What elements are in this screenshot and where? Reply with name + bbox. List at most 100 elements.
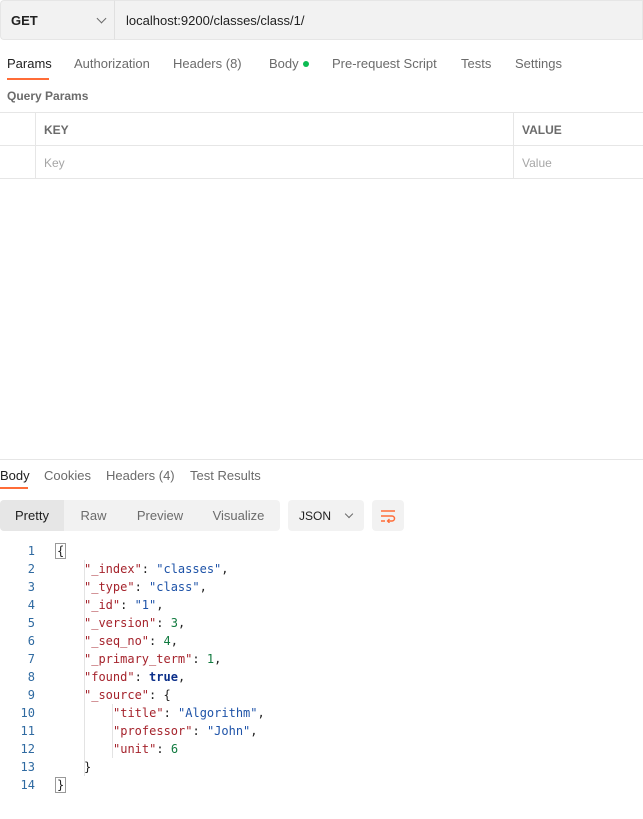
json-value: "classes" [156,562,222,576]
json-key: "_source" [84,688,150,702]
query-params-table: KEY VALUE Key Value [0,112,643,179]
response-tab-headers[interactable]: Headers (4) [106,468,175,483]
line-text: "_type": "class", [84,578,207,596]
json-value: 3 [170,616,178,630]
tab-tests[interactable]: Tests [461,56,491,71]
json-colon: : [156,616,171,630]
line-text: { [55,542,67,560]
table-row: Key Value [0,146,643,179]
json-key: "_version" [84,616,157,630]
json-key: "professor" [113,724,193,738]
tab-headers[interactable]: Headers (8) [173,56,242,71]
json-key: "unit" [113,742,157,756]
line-number: 6 [27,634,35,648]
line-number: 10 [20,706,35,720]
code-line: 4 "_id": "1", [0,596,643,614]
json-comma: , [199,580,207,594]
line-number: 7 [27,652,35,666]
json-key: "_type" [84,580,135,594]
line-number: 2 [27,562,35,576]
response-divider[interactable] [0,459,643,460]
json-brace: } [84,760,92,774]
line-number: 3 [27,580,35,594]
method-select[interactable]: GET [0,0,114,40]
json-key: "_primary_term" [84,652,193,666]
chevron-down-icon [344,509,354,518]
response-tab-cookies[interactable]: Cookies [44,468,91,483]
code-line: 5 "_version": 3, [0,614,643,632]
value-input[interactable]: Value [514,146,643,179]
active-response-tab-indicator [0,487,28,489]
json-comma: , [156,598,164,612]
code-line: 10 "title": "Algorithm", [0,704,643,722]
view-mode-group: Pretty Raw Preview Visualize [0,500,280,531]
json-colon: : [192,652,207,666]
json-key: "_index" [84,562,142,576]
body-indicator-dot [302,61,309,67]
json-value: "John" [206,724,251,738]
table-header-row: KEY VALUE [0,113,643,146]
tab-settings[interactable]: Settings [515,56,562,71]
key-column-header: KEY [36,113,514,146]
code-line: 8 "found": true, [0,668,643,686]
line-text: "_seq_no": 4, [84,632,178,650]
line-text: } [55,776,67,794]
code-line: 11 "professor": "John", [0,722,643,740]
response-tabs: Body Cookies Headers (4) Test Results [0,461,643,489]
code-line: 3 "_type": "class", [0,578,643,596]
view-preview-button[interactable]: Preview [123,500,197,531]
tab-pre-request-script[interactable]: Pre-request Script [332,56,437,71]
json-colon: : [149,634,164,648]
response-body-viewer[interactable]: 1 {2 "_index": "classes", 3 "_type": "class"… [0,542,643,794]
active-tab-indicator [7,78,49,80]
line-text: "professor": "John", [113,722,258,740]
code-line: 13} [0,758,643,776]
json-brace: { [55,543,67,559]
line-text: "_source": { [84,686,171,704]
tab-authorization[interactable]: Authorization [74,56,150,71]
url-input[interactable]: localhost:9200/classes/class/1/ [114,0,643,40]
code-line: 7 "_primary_term": 1, [0,650,643,668]
wrap-lines-icon [381,509,396,523]
key-input[interactable]: Key [36,146,514,179]
json-colon: : [156,742,171,756]
line-text: } [84,758,91,776]
tab-body[interactable]: Body [269,56,309,71]
line-number: 4 [27,598,35,612]
tab-body-label: Body [269,56,299,71]
json-key: "_seq_no" [84,634,150,648]
json-comma: , [177,670,186,684]
format-select[interactable]: JSON [288,500,364,531]
view-raw-button[interactable]: Raw [64,500,123,531]
json-value: 6 [170,742,179,756]
line-text: "_index": "classes", [84,560,229,578]
json-value: 4 [163,634,171,648]
line-number: 9 [27,688,35,702]
json-value: 1 [206,652,215,666]
url-bar: GET localhost:9200/classes/class/1/ [0,0,643,40]
request-tabs: Params Authorization Headers (8) Body Pr… [0,50,643,80]
json-colon: : [141,562,157,576]
view-visualize-button[interactable]: Visualize [197,500,280,531]
line-text: "unit": 6 [113,740,178,758]
json-colon: : [120,598,135,612]
query-params-label: Query Params [7,89,89,103]
response-tab-body[interactable]: Body [0,468,30,483]
code-line: 12 "unit": 6 [0,740,643,758]
json-value: { [163,688,171,702]
tab-params[interactable]: Params [7,56,52,71]
line-text: "_primary_term": 1, [84,650,221,668]
json-comma: , [250,724,258,738]
method-label: GET [11,12,38,28]
view-pretty-button[interactable]: Pretty [0,500,64,531]
json-value: true [149,670,178,684]
json-comma: , [170,634,178,648]
json-key: "_id" [84,598,121,612]
response-tab-test-results[interactable]: Test Results [190,468,261,483]
json-value: "1" [134,598,157,612]
wrap-lines-button[interactable] [372,500,404,531]
json-colon: : [149,688,164,702]
code-line: 9 "_source": { [0,686,643,704]
chevron-down-icon [96,13,107,23]
json-value: "class" [149,580,200,594]
